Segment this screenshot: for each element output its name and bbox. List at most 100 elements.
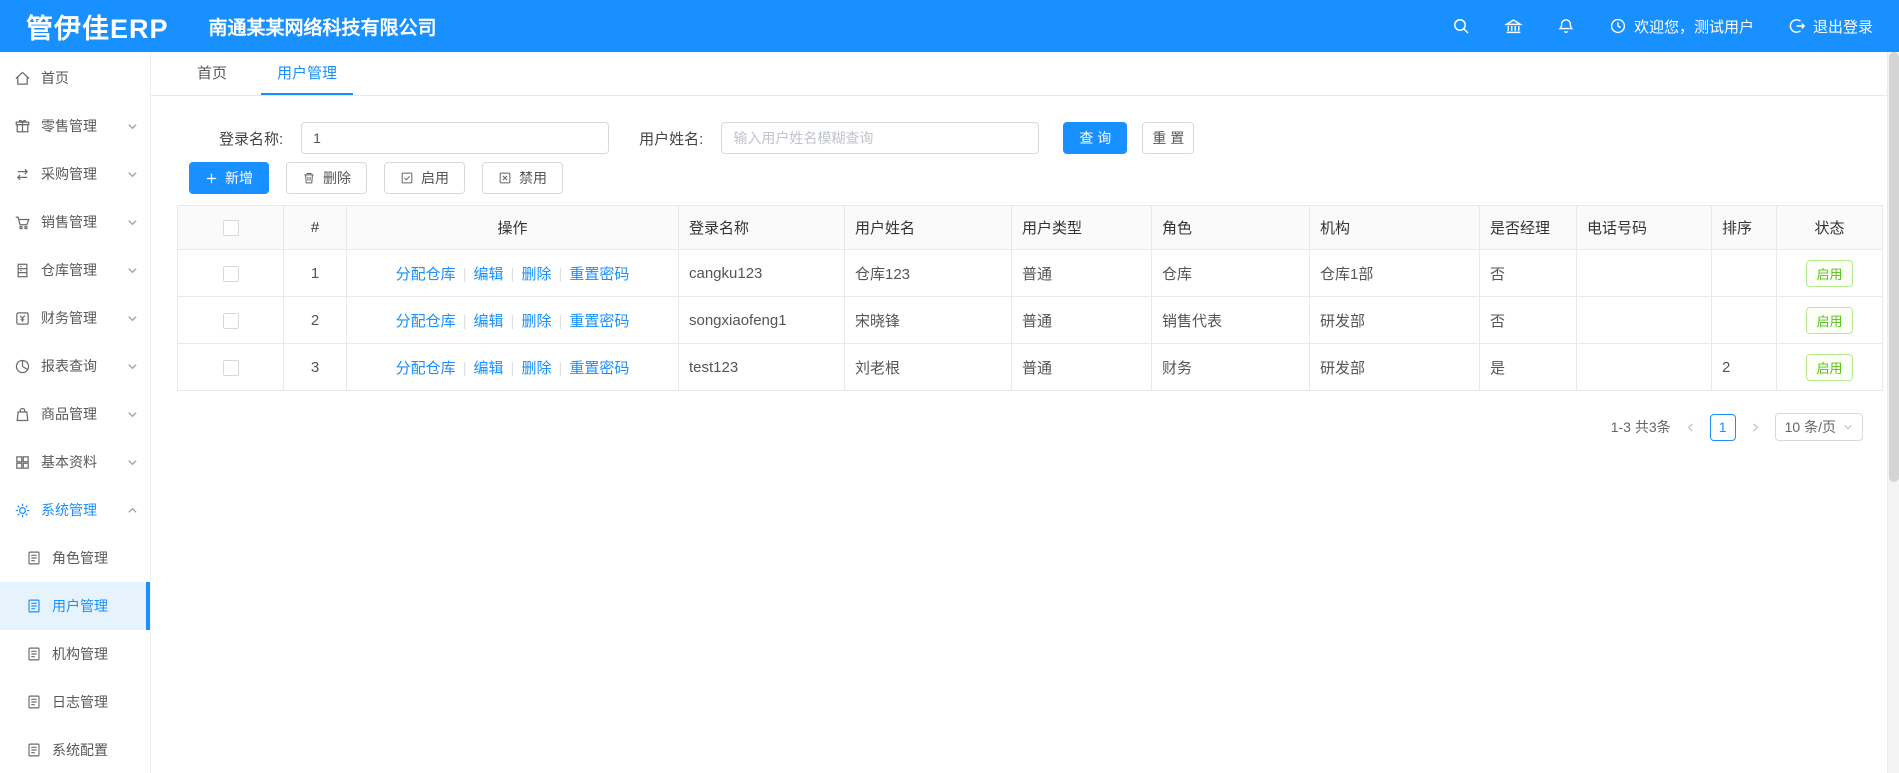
welcome-user[interactable]: 欢迎您，测试用户 [1609, 16, 1754, 37]
filter-form: 登录名称: 用户姓名: 查 询 重 置 [219, 122, 1899, 154]
disable-button[interactable]: 禁用 [482, 162, 563, 194]
edit-link[interactable]: 编辑 [474, 360, 504, 377]
edit-link[interactable]: 编辑 [474, 313, 504, 330]
cell-phone [1576, 249, 1712, 297]
sidebar-subitem-orgs[interactable]: 机构管理 [0, 630, 150, 678]
app-logo: 管伊佳ERP [26, 13, 169, 44]
assign-warehouse-link[interactable]: 分配仓库 [396, 360, 456, 377]
reset-button[interactable]: 重 置 [1142, 122, 1195, 154]
page-number-button[interactable]: 1 [1709, 413, 1736, 441]
sidebar-item-system[interactable]: 系统管理 [0, 486, 150, 534]
sidebar-subitem-roles[interactable]: 角色管理 [0, 534, 150, 582]
select-all-checkbox[interactable] [222, 220, 239, 237]
cell-role: 仓库 [1151, 249, 1310, 297]
logout-text: 退出登录 [1812, 18, 1873, 36]
logout-button[interactable]: 退出登录 [1788, 16, 1873, 37]
pagination-total: 1-3 共3条 [1610, 419, 1671, 435]
cell-sort [1711, 249, 1777, 297]
page-size-select[interactable]: 10 条/页 [1774, 413, 1863, 441]
row-checkbox[interactable] [222, 359, 239, 376]
home-bank-icon[interactable] [1504, 17, 1523, 36]
doc-icon [28, 695, 40, 709]
login-name-input[interactable] [301, 122, 610, 154]
delete-link[interactable]: 删除 [521, 360, 551, 377]
pie-chart-icon [15, 359, 30, 373]
clock-circle-icon [1610, 18, 1626, 34]
logout-icon [1789, 19, 1806, 33]
scrollbar-track[interactable] [1887, 52, 1899, 773]
edit-link[interactable]: 编辑 [474, 266, 504, 283]
col-phone: 电话号码 [1576, 205, 1712, 250]
row-checkbox[interactable] [222, 312, 239, 329]
notification-bell-icon[interactable] [1557, 17, 1575, 35]
swap-arrows-icon [16, 168, 29, 180]
sidebar-subitem-users[interactable]: 用户管理 [0, 582, 150, 630]
next-page-button[interactable] [1750, 422, 1761, 433]
cell-role: 财务 [1151, 343, 1310, 391]
cell-sort: 2 [1711, 343, 1777, 391]
doc-icon [28, 743, 40, 757]
col-login: 登录名称 [678, 205, 845, 250]
cell-name: 宋晓锋 [844, 296, 1012, 344]
cell-manager: 否 [1479, 249, 1577, 297]
reset-password-link[interactable]: 重置密码 [569, 360, 629, 377]
search-icon[interactable] [1452, 17, 1470, 35]
delete-button[interactable]: 删除 [286, 162, 367, 194]
table-header-row: # 操作 登录名称 用户姓名 用户类型 角色 机构 是否经理 电话号码 排序 状… [177, 205, 1883, 250]
prev-page-button[interactable] [1685, 422, 1696, 433]
gear-icon [15, 503, 30, 517]
add-button[interactable]: 新增 [189, 162, 269, 194]
check-square-icon [401, 172, 413, 184]
assign-warehouse-link[interactable]: 分配仓库 [396, 313, 456, 330]
pagination: 1-3 共3条 1 10 条/页 [151, 413, 1863, 441]
cart-icon [15, 216, 30, 229]
doc-icon [28, 647, 40, 661]
enable-button[interactable]: 启用 [384, 162, 465, 194]
table-row: 2 分配仓库 | 编辑 | 删除 | 重置密码 songxiaofeng1 宋晓锋 普通 销… [177, 296, 1883, 344]
chevron-down-icon [128, 411, 137, 417]
cell-type: 普通 [1011, 343, 1152, 391]
cell-login: cangku123 [678, 249, 845, 297]
chevron-down-icon [128, 123, 137, 129]
sidebar-subitem-config[interactable]: 系统配置 [0, 726, 150, 773]
chevron-down-icon [128, 171, 137, 177]
chevron-down-icon [128, 459, 137, 465]
col-status: 状态 [1776, 205, 1883, 250]
sidebar-item-goods[interactable]: 商品管理 [0, 390, 150, 438]
user-name-label: 用户姓名: [639, 130, 704, 148]
sidebar-item-purchase[interactable]: 采购管理 [0, 150, 150, 198]
search-button[interactable]: 查 询 [1063, 122, 1128, 154]
scrollbar-thumb[interactable] [1889, 52, 1899, 482]
sidebar-item-basicdata[interactable]: 基本资料 [0, 438, 150, 486]
chevron-down-icon [128, 267, 137, 273]
sidebar-subitem-logs[interactable]: 日志管理 [0, 678, 150, 726]
sidebar-item-retail[interactable]: 零售管理 [0, 102, 150, 150]
delete-link[interactable]: 删除 [521, 266, 551, 283]
col-sort: 排序 [1711, 205, 1777, 250]
sidebar-item-warehouse[interactable]: 仓库管理 [0, 246, 150, 294]
chevron-left-icon [1687, 422, 1693, 432]
table-row: 1 分配仓库 | 编辑 | 删除 | 重置密码 cangku123 仓库123 普通 仓库 … [177, 249, 1883, 297]
money-icon [16, 311, 29, 325]
sidebar-item-home[interactable]: 首页 [0, 54, 150, 102]
cell-org: 仓库1部 [1309, 249, 1480, 297]
col-name: 用户姓名 [844, 205, 1012, 250]
reset-password-link[interactable]: 重置密码 [569, 266, 629, 283]
cell-org: 研发部 [1309, 296, 1480, 344]
delete-link[interactable]: 删除 [521, 313, 551, 330]
tab-home[interactable]: 首页 [181, 52, 243, 95]
users-table: # 操作 登录名称 用户姓名 用户类型 角色 机构 是否经理 电话号码 排序 状… [177, 205, 1899, 391]
reset-password-link[interactable]: 重置密码 [569, 313, 629, 330]
trash-icon [304, 172, 314, 184]
sidebar-item-finance[interactable]: 财务管理 [0, 294, 150, 342]
sidebar-item-reports[interactable]: 报表查询 [0, 342, 150, 390]
assign-warehouse-link[interactable]: 分配仓库 [396, 266, 456, 283]
col-manager: 是否经理 [1479, 205, 1577, 250]
main-content: 首页 用户管理 登录名称: 用户姓名: 查 询 重 置 新增 删除 启用 [151, 52, 1899, 773]
row-checkbox[interactable] [222, 265, 239, 282]
user-name-input[interactable] [721, 122, 1040, 154]
cell-type: 普通 [1011, 249, 1152, 297]
chevron-right-icon [1752, 422, 1758, 432]
sidebar-item-sales[interactable]: 销售管理 [0, 198, 150, 246]
tab-user-management[interactable]: 用户管理 [261, 52, 354, 95]
